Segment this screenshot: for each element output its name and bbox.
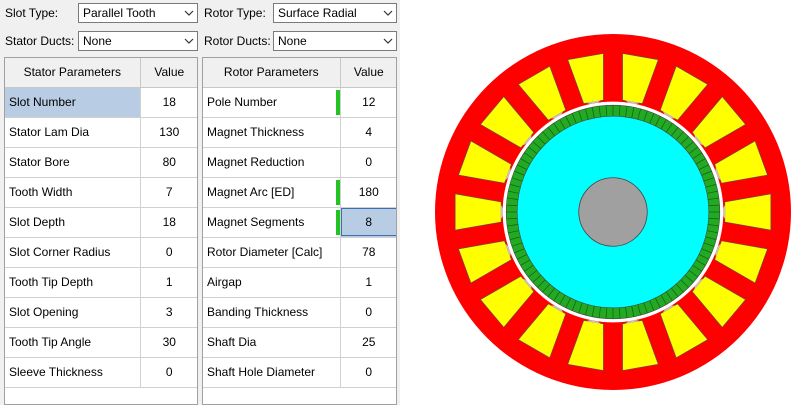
table-row: Stator Lam Dia 130 <box>5 117 197 148</box>
stator-param-name[interactable]: Stator Lam Dia <box>5 117 141 148</box>
slot-type-label: Slot Type: <box>5 6 59 20</box>
stator-param-name[interactable]: Tooth Tip Depth <box>5 267 141 298</box>
stator-param-name[interactable]: Slot Number <box>5 87 141 118</box>
rotor-type-value: Surface Radial <box>278 6 357 20</box>
rotor-param-value[interactable]: 25 <box>340 327 396 358</box>
stator-ducts-dropdown[interactable]: None <box>78 31 198 51</box>
chevron-down-icon <box>383 38 393 44</box>
rotor-param-name[interactable]: Shaft Dia <box>203 327 341 358</box>
rotor-param-value[interactable]: 0 <box>340 147 396 178</box>
table-row: Tooth Width 7 <box>5 177 197 208</box>
rotor-param-name[interactable]: Shaft Hole Diameter <box>203 357 341 388</box>
stator-param-value[interactable]: 30 <box>140 327 197 358</box>
stator-param-name[interactable]: Slot Corner Radius <box>5 237 141 268</box>
stator-param-value[interactable]: 1 <box>140 267 197 298</box>
table-row: Magnet Reduction 0 <box>203 147 396 178</box>
table-row: Magnet Segments 8 <box>203 207 396 238</box>
table-row: Banding Thickness 0 <box>203 297 396 328</box>
stator-param-value[interactable]: 18 <box>140 207 197 238</box>
stator-parameters-grid: Stator Parameters Value Slot Number 18 St… <box>4 57 198 405</box>
slot-type-dropdown[interactable]: Parallel Tooth <box>78 3 198 23</box>
rotor-ducts-dropdown[interactable]: None <box>273 31 397 51</box>
stator-param-value[interactable]: 18 <box>140 87 197 118</box>
parameter-panel: Slot Type: Parallel Tooth Rotor Type: Su… <box>0 0 400 405</box>
slot-type-value: Parallel Tooth <box>83 6 156 20</box>
rotor-param-value[interactable]: 1 <box>340 267 396 298</box>
rotor-param-name[interactable]: Banding Thickness <box>203 297 341 328</box>
stator-param-value[interactable]: 0 <box>140 237 197 268</box>
chevron-down-icon <box>184 38 194 44</box>
rotor-param-name-cell[interactable]: Magnet Segments <box>203 207 341 238</box>
rotor-param-value[interactable]: 180 <box>340 177 396 208</box>
rotor-param-value[interactable]: 0 <box>340 357 396 388</box>
table-row: Pole Number 12 <box>203 87 396 118</box>
shaft <box>578 177 648 247</box>
table-row: Airgap 1 <box>203 267 396 298</box>
stator-param-name[interactable]: Tooth Tip Angle <box>5 327 141 358</box>
chevron-down-icon <box>383 10 393 16</box>
table-row: Rotor Diameter [Calc] 78 <box>203 237 396 268</box>
rotor-param-value[interactable]: 4 <box>340 117 396 148</box>
motor-cross-section <box>435 34 791 390</box>
table-row: Shaft Dia 25 <box>203 327 396 358</box>
stator-param-name[interactable]: Slot Opening <box>5 297 141 328</box>
stator-param-name[interactable]: Slot Depth <box>5 207 141 238</box>
table-row: Sleeve Thickness 0 <box>5 357 197 388</box>
rotor-param-name[interactable]: Magnet Reduction <box>203 147 341 178</box>
rotor-param-name-cell[interactable]: Pole Number <box>203 87 341 118</box>
rotor-param-name[interactable]: Rotor Diameter [Calc] <box>203 237 341 268</box>
stator-param-value[interactable]: 80 <box>140 147 197 178</box>
table-row: Tooth Tip Angle 30 <box>5 327 197 358</box>
rotor-ducts-value: None <box>278 34 307 48</box>
table-row: Slot Depth 18 <box>5 207 197 238</box>
stator-parameters-header: Stator Parameters <box>5 58 141 88</box>
table-row: Tooth Tip Depth 1 <box>5 267 197 298</box>
rotor-type-label: Rotor Type: <box>204 6 266 20</box>
rotor-parameters-header: Rotor Parameters <box>203 58 341 88</box>
rotor-param-name[interactable]: Airgap <box>203 267 341 298</box>
modified-indicator <box>335 179 340 205</box>
stator-param-value[interactable]: 0 <box>140 357 197 388</box>
rotor-param-name-cell[interactable]: Magnet Arc [ED] <box>203 177 341 208</box>
stator-ducts-label: Stator Ducts: <box>5 34 75 48</box>
modified-indicator <box>335 209 340 235</box>
chevron-down-icon <box>184 10 194 16</box>
stator-ducts-value: None <box>83 34 112 48</box>
stator-param-value[interactable]: 130 <box>140 117 197 148</box>
table-row: Slot Number 18 <box>5 87 197 118</box>
table-row: Stator Bore 80 <box>5 147 197 178</box>
table-row: Slot Corner Radius 0 <box>5 237 197 268</box>
stator-param-name[interactable]: Tooth Width <box>5 177 141 208</box>
rotor-param-name: Pole Number <box>207 95 278 109</box>
rotor-param-value[interactable]: 0 <box>340 297 396 328</box>
table-row: Magnet Thickness 4 <box>203 117 396 148</box>
stator-value-header: Value <box>140 58 197 88</box>
table-row: Magnet Arc [ED] 180 <box>203 177 396 208</box>
rotor-ducts-label: Rotor Ducts: <box>204 34 271 48</box>
rotor-param-value-selected[interactable]: 8 <box>340 207 396 238</box>
rotor-param-name: Magnet Segments <box>207 215 305 229</box>
rotor-param-value[interactable]: 78 <box>340 237 396 268</box>
rotor-parameters-grid: Rotor Parameters Value Pole Number 12 Mag… <box>202 57 397 405</box>
stator-param-name[interactable]: Stator Bore <box>5 147 141 178</box>
rotor-value-header: Value <box>340 58 396 88</box>
stator-param-value[interactable]: 7 <box>140 177 197 208</box>
rotor-param-name[interactable]: Magnet Thickness <box>203 117 341 148</box>
rotor-param-name: Magnet Arc [ED] <box>207 185 295 199</box>
rotor-param-value[interactable]: 12 <box>340 87 396 118</box>
modified-indicator <box>335 89 340 115</box>
table-row: Shaft Hole Diameter 0 <box>203 357 396 388</box>
stator-param-value[interactable]: 3 <box>140 297 197 328</box>
table-row: Slot Opening 3 <box>5 297 197 328</box>
rotor-type-dropdown[interactable]: Surface Radial <box>273 3 397 23</box>
stator-param-name[interactable]: Sleeve Thickness <box>5 357 141 388</box>
